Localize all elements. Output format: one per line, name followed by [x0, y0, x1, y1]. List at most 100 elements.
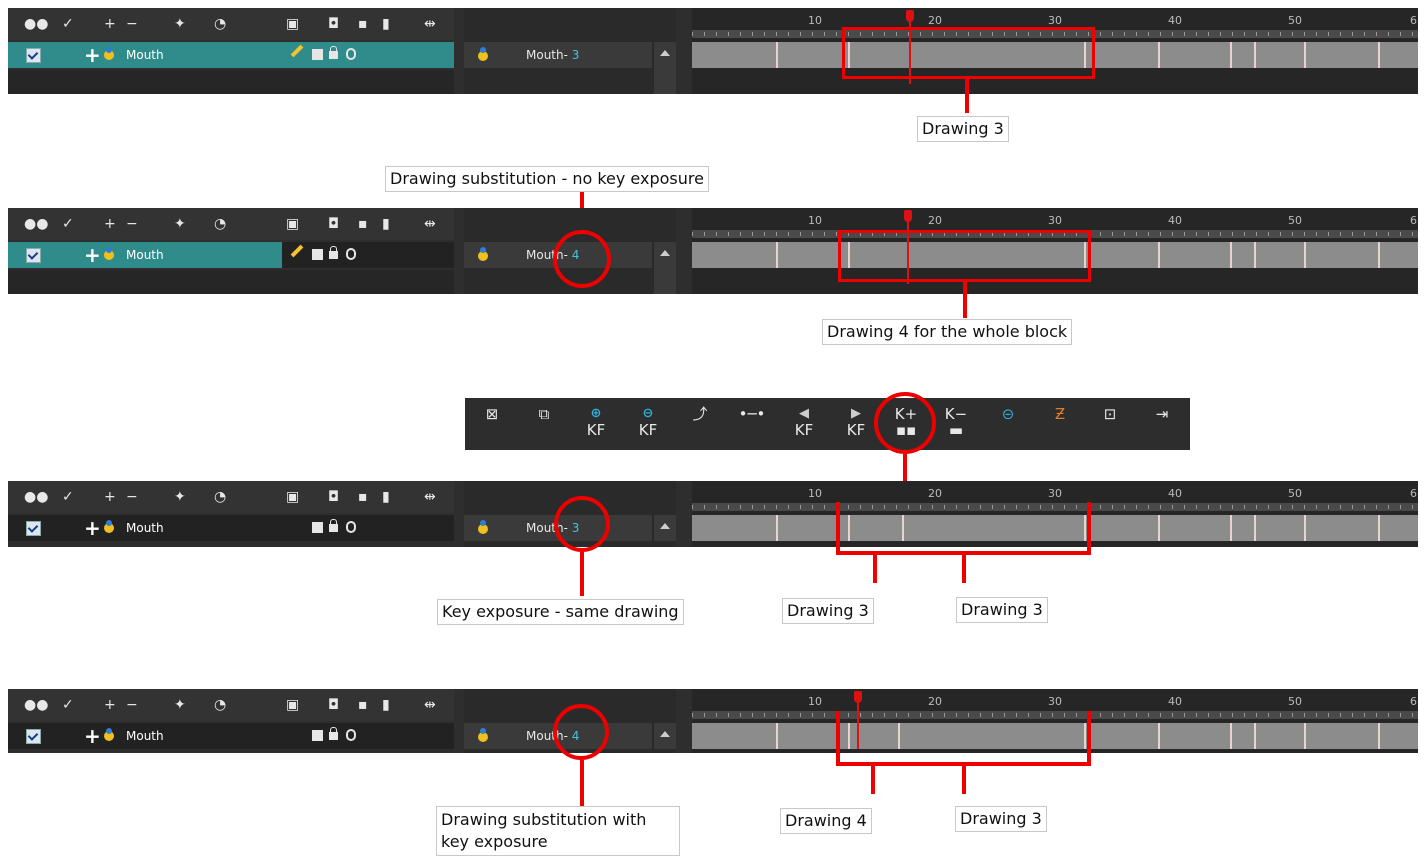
add-peg-icon[interactable]: ✦ — [174, 488, 186, 506]
scrollbar[interactable] — [654, 42, 676, 94]
timeline[interactable]: 10 20 30 40 50 6 — [692, 481, 1418, 547]
scrollbar[interactable] — [654, 242, 676, 294]
zoom-icon[interactable]: ⊝ — [991, 406, 1025, 422]
scrollbar[interactable] — [654, 515, 676, 541]
add-peg-icon[interactable]: ✦ — [174, 696, 186, 714]
expand-icon[interactable]: + — [84, 243, 101, 267]
enable-all-icon[interactable]: ✓ — [62, 215, 74, 233]
motion-keyframe-icon[interactable]: ⤴ — [683, 406, 717, 422]
layer-size-full-icon[interactable]: ▮ — [382, 488, 390, 506]
timeline[interactable]: 10 20 30 40 50 6 — [692, 689, 1418, 753]
add-layer-icon[interactable]: + — [104, 215, 116, 233]
enable-all-icon[interactable]: ✓ — [62, 488, 74, 506]
colour-swatch-icon[interactable] — [312, 249, 323, 260]
layer-stack-icon[interactable] — [346, 248, 356, 260]
layer-size-full-icon[interactable]: ▮ — [382, 696, 390, 714]
layer-stack-icon[interactable] — [346, 521, 356, 533]
show-all-icon[interactable]: ●● — [24, 696, 48, 714]
layer-enable-checkbox[interactable] — [26, 521, 41, 536]
expand-columns-icon[interactable]: ⇹ — [424, 488, 436, 506]
thumbnail-icon[interactable]: ▣ — [286, 488, 299, 506]
layer-row[interactable]: + Mouth — [8, 42, 454, 68]
delete-keyframe-icon[interactable]: ⊖ KF — [631, 406, 665, 438]
show-all-icon[interactable]: ●● — [24, 15, 48, 33]
enable-all-icon[interactable]: ✓ — [62, 15, 74, 33]
add-layer-icon[interactable]: + — [104, 488, 116, 506]
layer-row[interactable]: + Mouth — [8, 515, 454, 541]
add-peg-icon[interactable]: ✦ — [174, 215, 186, 233]
expand-columns-icon[interactable]: ⇹ — [424, 215, 436, 233]
show-all-icon[interactable]: ●● — [24, 215, 48, 233]
delete-layer-icon[interactable]: − — [126, 696, 138, 714]
timeline-panel-2: ●● ✓ + − ✦ ◔ ▣ ◘ ▪ ▮ ⇹ + Mouth Mouth- 4 … — [8, 208, 1418, 294]
set-ease-icon[interactable]: ⇥ — [1145, 406, 1179, 422]
drawing-name-field[interactable]: Mouth- 3 — [464, 42, 652, 68]
layer-size-full-icon[interactable]: ▮ — [382, 15, 390, 33]
thumbnail-icon[interactable]: ▣ — [286, 15, 299, 33]
colour-swatch-icon[interactable] — [312, 730, 323, 741]
show-all-icon[interactable]: ●● — [24, 488, 48, 506]
scrollbar[interactable] — [654, 723, 676, 749]
duplicate-drawing-icon[interactable]: ⧉ — [527, 406, 561, 422]
create-empty-drawing-icon[interactable]: ⊠ — [475, 406, 509, 422]
layer-size-small-icon[interactable]: ▪ — [358, 215, 368, 233]
expand-columns-icon[interactable]: ⇹ — [424, 696, 436, 714]
exposure-cells[interactable] — [692, 723, 1418, 749]
add-layer-icon[interactable]: + — [104, 15, 116, 33]
enable-all-icon[interactable]: ✓ — [62, 696, 74, 714]
expand-icon[interactable]: + — [84, 43, 101, 67]
remove-key-exposure-icon[interactable]: K− ▬ — [939, 406, 973, 438]
expand-columns-icon[interactable]: ⇹ — [424, 15, 436, 33]
empty-layer-area — [8, 70, 454, 94]
playhead[interactable] — [857, 701, 859, 749]
thumbnail-icon[interactable]: ▣ — [286, 696, 299, 714]
delete-layer-icon[interactable]: − — [126, 215, 138, 233]
delete-layer-icon[interactable]: − — [126, 488, 138, 506]
layer-stack-icon[interactable] — [346, 729, 356, 741]
pencil-icon[interactable] — [290, 244, 304, 258]
expand-icon[interactable]: + — [84, 724, 101, 748]
exposure-cells[interactable] — [692, 515, 1418, 541]
k-minus-label: K− — [944, 405, 968, 423]
add-keyframe-icon[interactable]: ⊕ KF — [579, 406, 613, 438]
colour-swatch-icon[interactable] — [312, 522, 323, 533]
expand-icon[interactable]: + — [84, 516, 101, 540]
lock-icon[interactable] — [329, 519, 338, 532]
layer-row[interactable]: + Mouth — [8, 723, 454, 749]
layer-size-full-icon[interactable]: ▮ — [382, 215, 390, 233]
add-effect-icon[interactable]: ◔ — [214, 488, 226, 506]
delete-layer-icon[interactable]: − — [126, 15, 138, 33]
layer-enable-checkbox[interactable] — [26, 48, 41, 63]
add-effect-icon[interactable]: ◔ — [214, 215, 226, 233]
extend-exposure-icon[interactable]: ⊡ — [1093, 406, 1127, 422]
drawing-number: 3 — [571, 48, 580, 62]
layer-size-large-icon[interactable]: ◘ — [328, 15, 339, 33]
layer-size-large-icon[interactable]: ◘ — [328, 488, 339, 506]
add-effect-icon[interactable]: ◔ — [214, 15, 226, 33]
add-peg-icon[interactable]: ✦ — [174, 15, 186, 33]
add-effect-icon[interactable]: ◔ — [214, 696, 226, 714]
layer-size-small-icon[interactable]: ▪ — [358, 488, 368, 506]
thumbnail-icon[interactable]: ▣ — [286, 215, 299, 233]
add-layer-icon[interactable]: + — [104, 696, 116, 714]
layer-row[interactable]: + Mouth — [8, 242, 454, 268]
cell-boundary — [776, 242, 778, 268]
ease-icon[interactable]: Ƶ — [1043, 406, 1077, 422]
layer-stack-icon[interactable] — [346, 48, 356, 60]
layer-size-small-icon[interactable]: ▪ — [358, 15, 368, 33]
lock-icon[interactable] — [329, 727, 338, 740]
previous-keyframe-icon[interactable]: ◀ KF — [787, 406, 821, 438]
layer-enable-checkbox[interactable] — [26, 729, 41, 744]
layer-size-small-icon[interactable]: ▪ — [358, 696, 368, 714]
pencil-icon[interactable] — [290, 44, 304, 58]
next-keyframe-icon[interactable]: ▶ KF — [839, 406, 873, 438]
drawing-prefix: Mouth- — [526, 48, 568, 62]
layer-size-large-icon[interactable]: ◘ — [328, 696, 339, 714]
lock-icon[interactable] — [329, 246, 338, 259]
layer-size-large-icon[interactable]: ◘ — [328, 215, 339, 233]
lock-icon[interactable] — [329, 46, 338, 59]
callout-key-exposure-same: Key exposure - same drawing — [437, 599, 684, 625]
stop-motion-keyframe-icon[interactable]: •─• — [735, 406, 769, 422]
layer-enable-checkbox[interactable] — [26, 248, 41, 263]
colour-swatch-icon[interactable] — [312, 49, 323, 60]
